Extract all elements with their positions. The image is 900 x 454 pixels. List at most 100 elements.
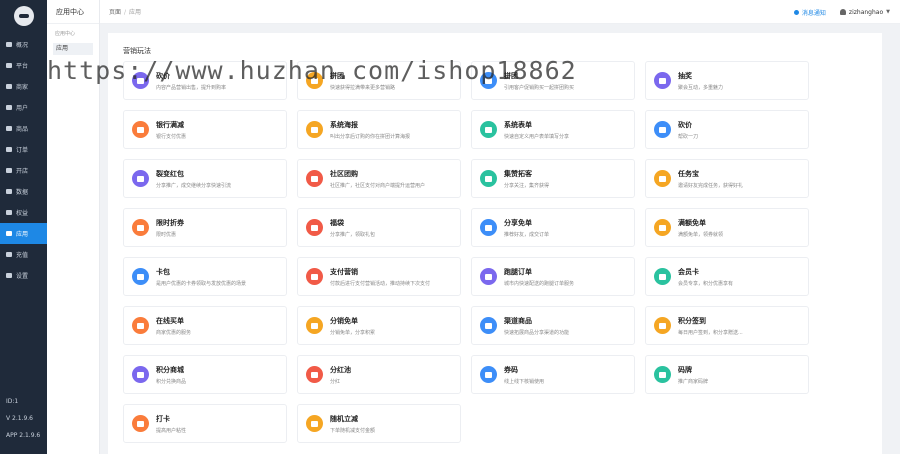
app-card[interactable]: 满额免单 满额免单，领券就领 bbox=[645, 208, 809, 247]
sidebar-item-0[interactable]: 概况 bbox=[0, 34, 47, 55]
app-card[interactable]: 分享免单 推荐好友，成交订单 bbox=[471, 208, 635, 247]
app-name: 拼团 bbox=[330, 71, 344, 80]
app-name: 积分商城 bbox=[156, 365, 184, 374]
app-name: 分销免单 bbox=[330, 316, 358, 325]
sidebar-item-label: 概况 bbox=[16, 42, 29, 49]
app-text: 会员卡 会员专享，积分优惠享有 bbox=[678, 267, 733, 287]
sidebar-item-8[interactable]: 权益 bbox=[0, 202, 47, 223]
app-glyph-icon bbox=[311, 175, 318, 182]
app-card[interactable]: 裂变红包 分享推广，成交继续分享快速引流 bbox=[123, 159, 287, 198]
app-card[interactable]: 砍价 帮砍一刀 bbox=[645, 110, 809, 149]
app-card[interactable]: 砍价 内容产品营销出售，提升到购率 bbox=[123, 61, 287, 100]
sidebar-item-1[interactable]: 平台 bbox=[0, 55, 47, 76]
app-desc: 快速自定义用户表单填写分享 bbox=[504, 133, 570, 140]
app-card[interactable]: 打卡 提高用户粘性 bbox=[123, 404, 287, 443]
sidebar-item-4[interactable]: 商品 bbox=[0, 118, 47, 139]
app-card[interactable]: 在线买单 商家优惠的服务 bbox=[123, 306, 287, 345]
sidebar-item-9[interactable]: 应用 bbox=[0, 223, 47, 244]
app-card[interactable]: 券码 线上线下核销使用 bbox=[471, 355, 635, 394]
app-text: 拼团 引用客户促销购买一起拼团购买 bbox=[504, 71, 574, 91]
app-desc: 社区推广，社区支付对商户端提升运营用户 bbox=[330, 182, 426, 189]
message-link[interactable]: 消息通知 bbox=[802, 8, 826, 17]
app-card[interactable]: 码牌 推广商家码牌 bbox=[645, 355, 809, 394]
app-icon bbox=[132, 268, 149, 285]
username[interactable]: zizhanghao bbox=[849, 9, 883, 16]
app-text: 分销免单 分销免单，分享积累 bbox=[330, 316, 375, 336]
app-card[interactable]: 会员卡 会员专享，积分优惠享有 bbox=[645, 257, 809, 296]
sidebar-item-label: 商品 bbox=[16, 126, 29, 133]
app-name: 砍价 bbox=[156, 71, 170, 80]
app-text: 砍价 内容产品营销出售，提升到购率 bbox=[156, 71, 226, 91]
app-desc: 是用户优惠的卡券领取与发放优惠的场景 bbox=[156, 280, 247, 287]
sub-sidebar-item-apps[interactable]: 应用 bbox=[53, 43, 93, 55]
logo[interactable] bbox=[13, 6, 34, 26]
sidebar-item-label: 开店 bbox=[16, 168, 29, 175]
app-card[interactable]: 集赞拓客分享关注，集齐获得 bbox=[471, 159, 635, 198]
sidebar-item-10[interactable]: 充值 bbox=[0, 244, 47, 265]
app-icon bbox=[306, 317, 323, 334]
app-grid: 砍价 内容产品营销出售，提升到购率 拼团 快速获得拉满带来更多营销路 拼团 引用客户促销购… bbox=[123, 61, 879, 443]
app-card[interactable]: 积分签到 每日用户签到，积分享赠送... bbox=[645, 306, 809, 345]
app-glyph-icon bbox=[311, 126, 318, 133]
app-card[interactable]: 系统海报 叫出分享后订购的你在拼团计算海报 bbox=[297, 110, 461, 149]
app-desc: 银行支付优惠 bbox=[156, 133, 187, 140]
sub-sidebar: 应用中心 应用中心 应用 bbox=[47, 0, 100, 454]
nav-icon bbox=[6, 273, 12, 278]
app-name: 集赞拓客 bbox=[504, 169, 532, 178]
sidebar-item-6[interactable]: 开店 bbox=[0, 160, 47, 181]
app-card[interactable]: 支付营销 付款后进行支付营销活动，推动持续下次支付 bbox=[297, 257, 461, 296]
app-card[interactable]: 分销免单 分销免单，分享积累 bbox=[297, 306, 461, 345]
app-text: 在线买单 商家优惠的服务 bbox=[156, 316, 191, 336]
sidebar-item-label: 商家 bbox=[16, 84, 29, 91]
sidebar-item-label: 订单 bbox=[16, 147, 29, 154]
bell-icon[interactable] bbox=[793, 9, 799, 15]
app-desc: 推广商家码牌 bbox=[678, 378, 709, 385]
app-desc: 推荐好友，成交订单 bbox=[504, 231, 550, 238]
app-card[interactable]: 积分商城 积分兑换商品 bbox=[123, 355, 287, 394]
sidebar-item-5[interactable]: 订单 bbox=[0, 139, 47, 160]
app-glyph-icon bbox=[311, 322, 318, 329]
nav-icon bbox=[6, 84, 12, 89]
app-icon bbox=[480, 170, 497, 187]
nav-icon bbox=[6, 63, 12, 68]
app-name: 分红池 bbox=[330, 365, 351, 374]
sidebar-item-label: 应用 bbox=[16, 231, 29, 238]
app-glyph-icon bbox=[137, 224, 144, 231]
app-text: 砍价 帮砍一刀 bbox=[678, 120, 698, 140]
app-card[interactable]: 分红池 分红 bbox=[297, 355, 461, 394]
app-card[interactable]: 拼团 快速获得拉满带来更多营销路 bbox=[297, 61, 461, 100]
sidebar-item-11[interactable]: 设置 bbox=[0, 265, 47, 286]
app-card[interactable]: 随机立减 下单随机减支付金额 bbox=[297, 404, 461, 443]
app-text: 支付营销 付款后进行支付营销活动，推动持续下次支付 bbox=[330, 267, 430, 287]
app-card[interactable]: 银行满减 银行支付优惠 bbox=[123, 110, 287, 149]
app-icon bbox=[306, 219, 323, 236]
app-desc: 邀请好友完成任务，获得好礼 bbox=[678, 182, 744, 189]
app-desc: 城市内快速配送的跑腿订单服务 bbox=[504, 280, 575, 287]
sidebar-item-2[interactable]: 商家 bbox=[0, 76, 47, 97]
sidebar-item-3[interactable]: 用户 bbox=[0, 97, 47, 118]
app-desc: 分享关注，集齐获得 bbox=[504, 182, 550, 189]
app-text: 福袋 分享推广，领取礼包 bbox=[330, 218, 375, 238]
app-card[interactable]: 系统表单 快速自定义用户表单填写分享 bbox=[471, 110, 635, 149]
app-card[interactable]: 社区团购 社区推广，社区支付对商户端提升运营用户 bbox=[297, 159, 461, 198]
app-card[interactable]: 拼团 引用客户促销购买一起拼团购买 bbox=[471, 61, 635, 100]
app-card[interactable]: 任务宝 邀请好友完成任务，获得好礼 bbox=[645, 159, 809, 198]
sidebar-item-7[interactable]: 数据 bbox=[0, 181, 47, 202]
user-icon bbox=[839, 9, 846, 15]
app-glyph-icon bbox=[137, 322, 144, 329]
app-card[interactable]: 跑腿订单 城市内快速配送的跑腿订单服务 bbox=[471, 257, 635, 296]
app-text: 卡包 是用户优惠的卡券领取与发放优惠的场景 bbox=[156, 267, 246, 287]
app-card[interactable]: 抽奖 聚会互动，多重魅力 bbox=[645, 61, 809, 100]
nav-icon bbox=[6, 147, 12, 152]
app-desc: 聚会互动，多重魅力 bbox=[678, 84, 724, 91]
app-text: 拼团 快速获得拉满带来更多营销路 bbox=[330, 71, 395, 91]
sidebar-item-label: 充值 bbox=[16, 252, 29, 259]
chevron-down-icon[interactable]: ▼ bbox=[886, 9, 890, 15]
app-card[interactable]: 卡包 是用户优惠的卡券领取与发放优惠的场景 bbox=[123, 257, 287, 296]
app-card[interactable]: 渠道商品 快速拓展商品分享渠道的功能 bbox=[471, 306, 635, 345]
app-text: 社区团购 社区推广，社区支付对商户端提升运营用户 bbox=[330, 169, 425, 189]
app-card[interactable]: 限时折券 限时优惠 bbox=[123, 208, 287, 247]
app-card[interactable]: 福袋 分享推广，领取礼包 bbox=[297, 208, 461, 247]
app-icon bbox=[132, 317, 149, 334]
breadcrumb-home[interactable]: 页面 bbox=[109, 9, 121, 16]
